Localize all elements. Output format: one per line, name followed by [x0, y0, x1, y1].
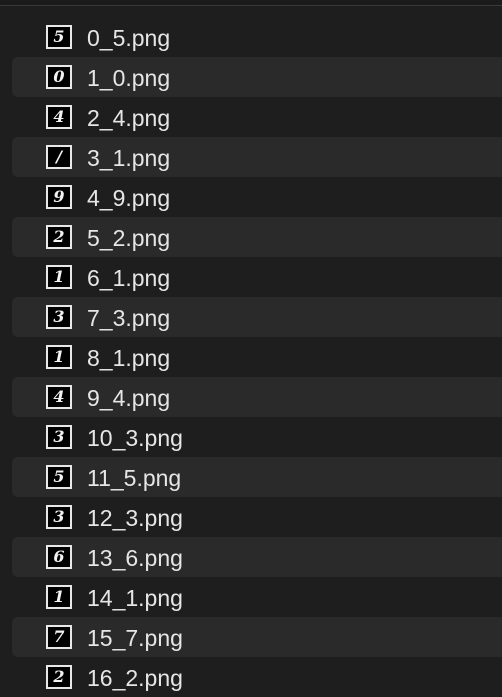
- file-name: 5_2.png: [87, 225, 171, 251]
- file-name: 6_1.png: [87, 265, 171, 291]
- row-background: [12, 17, 502, 57]
- file-name: 8_1.png: [87, 345, 171, 371]
- row-background: [12, 497, 502, 537]
- file-name: 15_7.png: [87, 625, 183, 651]
- file-name: 1_0.png: [87, 65, 171, 91]
- image-thumbnail-icon: 1: [46, 585, 72, 609]
- file-name: 3_1.png: [87, 145, 171, 171]
- file-row[interactable]: 3 10_3.png: [0, 417, 502, 457]
- image-thumbnail-icon: 4: [46, 385, 72, 409]
- file-list: 5 0_5.png 0 1_0.png 4 2_4.png / 3_1.png 9 4_9.png…: [0, 17, 502, 697]
- file-name: 10_3.png: [87, 425, 183, 451]
- row-background: [12, 577, 502, 617]
- thumbnail-digit: 2: [53, 227, 65, 246]
- row-background: [12, 537, 502, 577]
- file-name: 13_6.png: [87, 545, 183, 571]
- image-thumbnail-icon: /: [46, 145, 72, 169]
- file-row[interactable]: 4 2_4.png: [0, 97, 502, 137]
- file-name: 12_3.png: [87, 505, 183, 531]
- image-thumbnail-icon: 5: [46, 465, 72, 489]
- thumbnail-digit: 5: [53, 27, 65, 46]
- thumbnail-digit: 6: [53, 547, 65, 566]
- file-name: 2_4.png: [87, 105, 171, 131]
- file-row[interactable]: 4 9_4.png: [0, 377, 502, 417]
- thumbnail-digit: /: [56, 147, 62, 166]
- row-background: [12, 617, 502, 657]
- row-background: [12, 377, 502, 417]
- image-thumbnail-icon: 2: [46, 665, 72, 689]
- file-row[interactable]: 5 0_5.png: [0, 17, 502, 57]
- file-name: 16_2.png: [87, 665, 183, 691]
- thumbnail-digit: 0: [53, 67, 65, 86]
- top-divider: [0, 0, 502, 6]
- thumbnail-digit: 2: [53, 667, 65, 686]
- row-background: [12, 137, 502, 177]
- file-row[interactable]: 5 11_5.png: [0, 457, 502, 497]
- file-row[interactable]: / 3_1.png: [0, 137, 502, 177]
- image-thumbnail-icon: 2: [46, 225, 72, 249]
- image-thumbnail-icon: 4: [46, 105, 72, 129]
- row-background: [12, 417, 502, 457]
- thumbnail-digit: 7: [53, 627, 65, 646]
- image-thumbnail-icon: 1: [46, 265, 72, 289]
- image-thumbnail-icon: 7: [46, 625, 72, 649]
- thumbnail-digit: 1: [53, 347, 65, 366]
- file-name: 9_4.png: [87, 385, 171, 411]
- row-background: [12, 57, 502, 97]
- row-background: [12, 217, 502, 257]
- thumbnail-digit: 4: [53, 107, 65, 126]
- file-name: 0_5.png: [87, 25, 171, 51]
- file-row[interactable]: 1 14_1.png: [0, 577, 502, 617]
- image-thumbnail-icon: 3: [46, 305, 72, 329]
- file-row[interactable]: 6 13_6.png: [0, 537, 502, 577]
- thumbnail-digit: 3: [53, 507, 65, 526]
- file-row[interactable]: 2 5_2.png: [0, 217, 502, 257]
- image-thumbnail-icon: 5: [46, 25, 72, 49]
- image-thumbnail-icon: 0: [46, 65, 72, 89]
- row-background: [12, 297, 502, 337]
- image-thumbnail-icon: 3: [46, 425, 72, 449]
- file-row[interactable]: 1 6_1.png: [0, 257, 502, 297]
- thumbnail-digit: 1: [53, 267, 65, 286]
- thumbnail-digit: 1: [53, 587, 65, 606]
- row-background: [12, 337, 502, 377]
- image-thumbnail-icon: 3: [46, 505, 72, 529]
- image-thumbnail-icon: 1: [46, 345, 72, 369]
- row-background: [12, 257, 502, 297]
- file-row[interactable]: 1 8_1.png: [0, 337, 502, 377]
- thumbnail-digit: 5: [53, 467, 65, 486]
- row-background: [12, 657, 502, 697]
- thumbnail-digit: 4: [53, 387, 65, 406]
- file-name: 4_9.png: [87, 185, 171, 211]
- image-thumbnail-icon: 9: [46, 185, 72, 209]
- file-row[interactable]: 7 15_7.png: [0, 617, 502, 657]
- thumbnail-digit: 3: [53, 427, 65, 446]
- row-background: [12, 97, 502, 137]
- file-row[interactable]: 3 12_3.png: [0, 497, 502, 537]
- file-row[interactable]: 9 4_9.png: [0, 177, 502, 217]
- file-name: 7_3.png: [87, 305, 171, 331]
- thumbnail-digit: 3: [53, 307, 65, 326]
- file-row[interactable]: 0 1_0.png: [0, 57, 502, 97]
- thumbnail-digit: 9: [53, 187, 65, 206]
- file-row[interactable]: 2 16_2.png: [0, 657, 502, 697]
- row-background: [12, 177, 502, 217]
- file-row[interactable]: 3 7_3.png: [0, 297, 502, 337]
- row-background: [12, 457, 502, 497]
- file-name: 11_5.png: [87, 465, 182, 491]
- file-name: 14_1.png: [87, 585, 183, 611]
- image-thumbnail-icon: 6: [46, 545, 72, 569]
